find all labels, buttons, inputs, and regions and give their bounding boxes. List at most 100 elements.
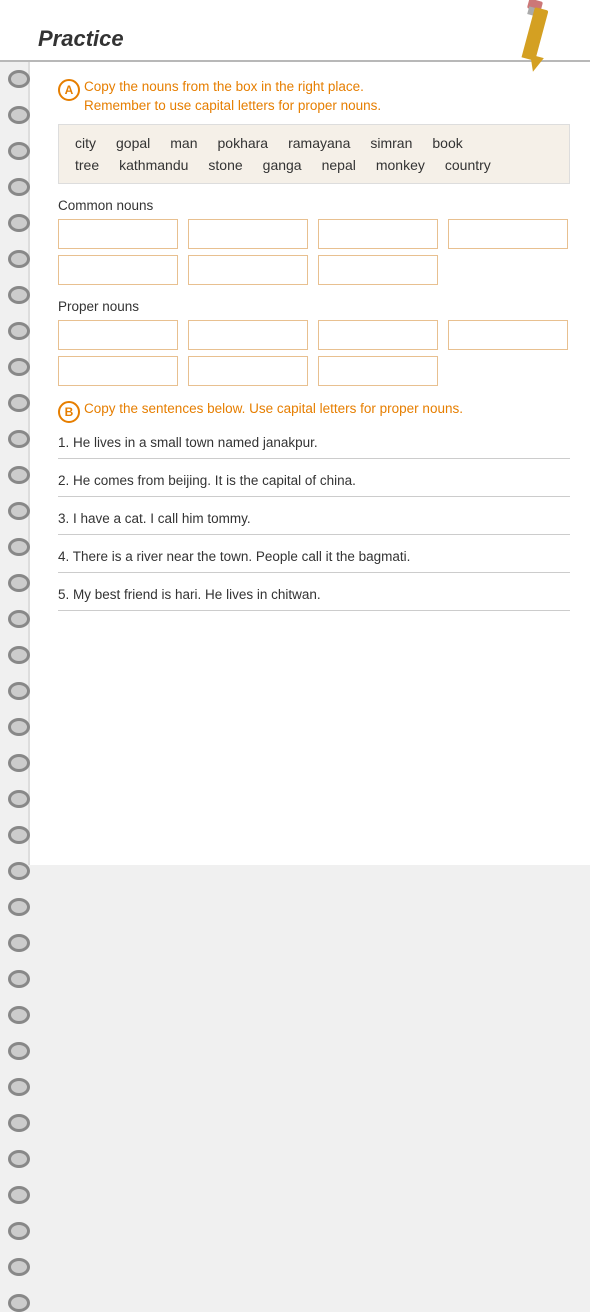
ring: [8, 718, 30, 736]
sentence-text-4: 4. There is a river near the town. Peopl…: [58, 549, 570, 564]
ring: [8, 1186, 30, 1204]
ring: [8, 250, 30, 268]
ring: [8, 1222, 30, 1240]
common-noun-input-3[interactable]: [318, 219, 438, 249]
word-ganga: ganga: [263, 157, 302, 173]
common-noun-input-4[interactable]: [448, 219, 568, 249]
section-a-instruction: Copy the nouns from the box in the right…: [84, 78, 381, 116]
proper-noun-input-7[interactable]: [318, 356, 438, 386]
ring: [8, 610, 30, 628]
ring: [8, 322, 30, 340]
sentence-3: 3. I have a cat. I call him tommy.: [58, 511, 570, 535]
proper-nouns-label: Proper nouns: [58, 299, 570, 314]
common-noun-input-2[interactable]: [188, 219, 308, 249]
word-ramayana: ramayana: [288, 135, 350, 151]
common-noun-input-1[interactable]: [58, 219, 178, 249]
section-b-header: B Copy the sentences below. Use capital …: [58, 400, 570, 423]
ring: [8, 286, 30, 304]
word-row-2: tree kathmandu stone ganga nepal monkey …: [75, 157, 553, 173]
page-title: Practice: [38, 26, 124, 52]
ring: [8, 970, 30, 988]
sentences-list: 1. He lives in a small town named janakp…: [58, 435, 570, 611]
ring: [8, 1006, 30, 1024]
ring: [8, 502, 30, 520]
section-a-circle: A: [58, 79, 80, 101]
proper-nouns-grid: [58, 320, 570, 386]
ring: [8, 466, 30, 484]
ring: [8, 754, 30, 772]
word-nepal: nepal: [322, 157, 356, 173]
proper-noun-input-4[interactable]: [448, 320, 568, 350]
ring: [8, 898, 30, 916]
ring: [8, 106, 30, 124]
section-a-header: A Copy the nouns from the box in the rig…: [58, 78, 570, 116]
sentence-text-1: 1. He lives in a small town named janakp…: [58, 435, 570, 450]
page-content: A Copy the nouns from the box in the rig…: [28, 60, 590, 865]
sentence-text-2: 2. He comes from beijing. It is the capi…: [58, 473, 570, 488]
ring: [8, 358, 30, 376]
ring: [8, 1078, 30, 1096]
ring: [8, 538, 30, 556]
section-b-instruction: Copy the sentences below. Use capital le…: [84, 400, 463, 419]
ring: [8, 1258, 30, 1276]
word-city: city: [75, 135, 96, 151]
ring: [8, 394, 30, 412]
common-nouns-row-1: [58, 219, 570, 249]
word-simran: simran: [370, 135, 412, 151]
sentence-text-3: 3. I have a cat. I call him tommy.: [58, 511, 570, 526]
ring: [8, 178, 30, 196]
word-stone: stone: [208, 157, 242, 173]
common-noun-input-7[interactable]: [318, 255, 438, 285]
ring: [8, 430, 30, 448]
sentence-line-4: [58, 572, 570, 573]
proper-nouns-row-1: [58, 320, 570, 350]
sentence-line-1: [58, 458, 570, 459]
ring: [8, 1150, 30, 1168]
ring: [8, 1042, 30, 1060]
pencil-icon: [510, 0, 560, 70]
proper-nouns-row-2: [58, 356, 570, 386]
proper-noun-input-1[interactable]: [58, 320, 178, 350]
word-book: book: [432, 135, 462, 151]
sentence-2: 2. He comes from beijing. It is the capi…: [58, 473, 570, 497]
ring: [8, 214, 30, 232]
ring: [8, 826, 30, 844]
word-gopal: gopal: [116, 135, 150, 151]
sentence-line-3: [58, 534, 570, 535]
sentence-1: 1. He lives in a small town named janakp…: [58, 435, 570, 459]
ring: [8, 646, 30, 664]
ring: [8, 70, 30, 88]
common-noun-input-5[interactable]: [58, 255, 178, 285]
word-box: city gopal man pokhara ramayana simran b…: [58, 124, 570, 184]
sentence-line-2: [58, 496, 570, 497]
proper-noun-input-5[interactable]: [58, 356, 178, 386]
common-nouns-grid: [58, 219, 570, 285]
ring: [8, 142, 30, 160]
word-kathmandu: kathmandu: [119, 157, 188, 173]
ring: [8, 1114, 30, 1132]
word-tree: tree: [75, 157, 99, 173]
common-noun-input-6[interactable]: [188, 255, 308, 285]
word-monkey: monkey: [376, 157, 425, 173]
common-nouns-section: Common nouns: [58, 198, 570, 285]
word-country: country: [445, 157, 491, 173]
ring: [8, 1294, 30, 1312]
word-pokhara: pokhara: [218, 135, 269, 151]
common-nouns-row-2: [58, 255, 570, 285]
section-b-circle: B: [58, 401, 80, 423]
sentence-line-5: [58, 610, 570, 611]
word-man: man: [170, 135, 197, 151]
spiral-binding: [0, 60, 38, 850]
common-nouns-label: Common nouns: [58, 198, 570, 213]
word-row-1: city gopal man pokhara ramayana simran b…: [75, 135, 553, 151]
main-content: A Copy the nouns from the box in the rig…: [58, 78, 570, 611]
proper-noun-input-2[interactable]: [188, 320, 308, 350]
ring: [8, 934, 30, 952]
header: Practice: [0, 0, 590, 62]
sentence-text-5: 5. My best friend is hari. He lives in c…: [58, 587, 570, 602]
sentence-5: 5. My best friend is hari. He lives in c…: [58, 587, 570, 611]
proper-nouns-section: Proper nouns: [58, 299, 570, 386]
proper-noun-input-3[interactable]: [318, 320, 438, 350]
proper-noun-input-6[interactable]: [188, 356, 308, 386]
ring: [8, 682, 30, 700]
